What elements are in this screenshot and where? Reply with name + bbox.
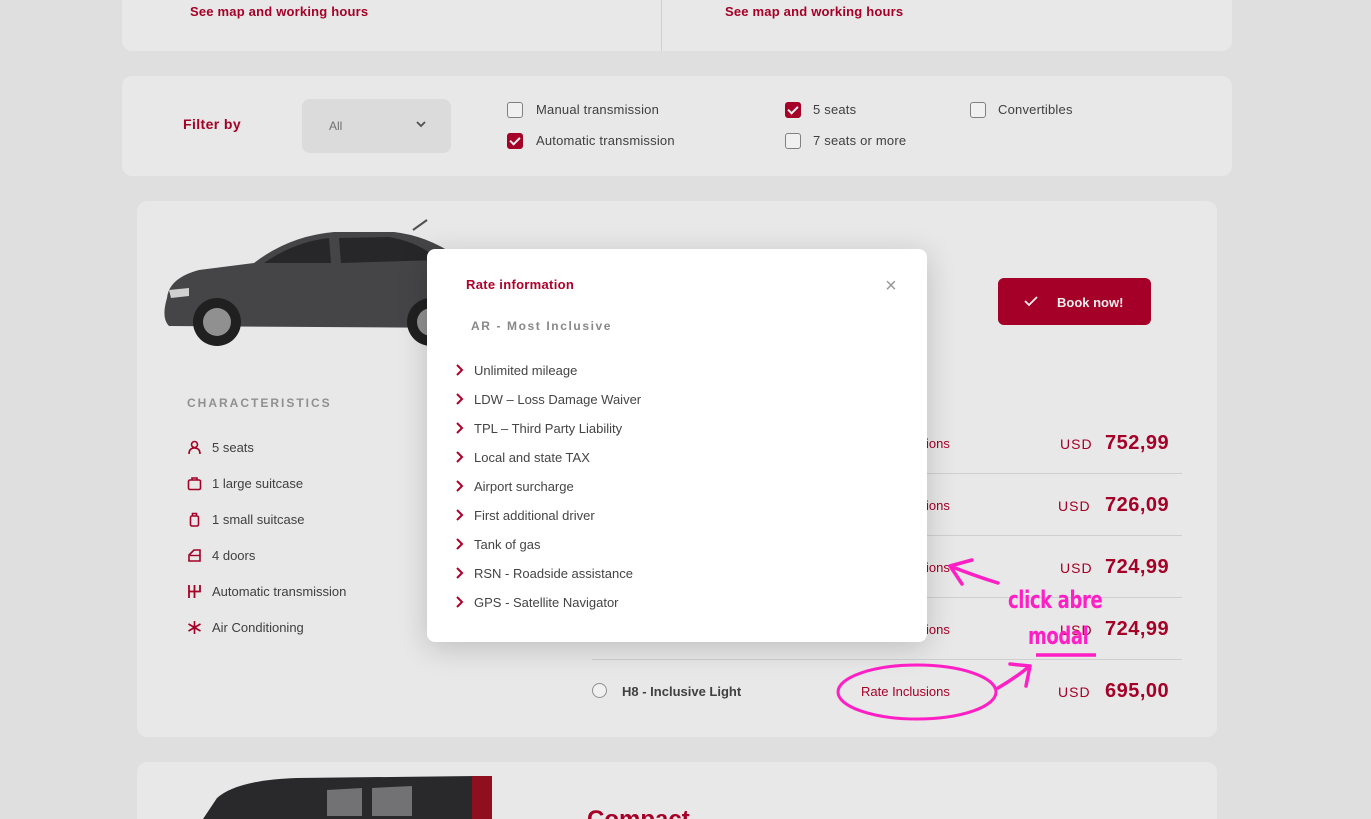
- chevron-right-icon: [456, 393, 464, 405]
- modal-subtitle: AR - Most Inclusive: [471, 319, 613, 333]
- checkbox-label-convertibles: Convertibles: [998, 102, 1073, 117]
- location-card: See map and working hours See map and wo…: [122, 0, 1232, 51]
- chevron-right-icon: [456, 596, 464, 608]
- see-map-link-return[interactable]: See map and working hours: [725, 4, 903, 19]
- rate-row[interactable]: H8 - Inclusive Light Rate Inclusions USD…: [592, 660, 1182, 722]
- inclusion-label: Tank of gas: [474, 537, 541, 552]
- rate-name: H8 - Inclusive Light: [622, 684, 742, 699]
- snowflake-icon: [188, 621, 201, 634]
- chevron-right-icon: [456, 422, 464, 434]
- annotation-text-line2: modal: [1028, 622, 1089, 650]
- annotation-text-line1: click abre: [1008, 586, 1103, 614]
- person-icon: [188, 440, 201, 455]
- chevron-right-icon: [456, 538, 464, 550]
- inclusion-label: Unlimited mileage: [474, 363, 578, 378]
- filter-title: Filter by: [183, 116, 242, 132]
- rate-radio[interactable]: [592, 683, 607, 698]
- inclusion-label: LDW – Loss Damage Waiver: [474, 392, 642, 407]
- chevron-down-icon: [416, 121, 426, 128]
- rate-price: 752,99: [1105, 432, 1170, 454]
- checkbox-label-7-seats: 7 seats or more: [813, 133, 907, 148]
- rate-currency: USD: [1060, 560, 1093, 576]
- location-divider: [661, 0, 662, 51]
- see-map-link-pickup[interactable]: See map and working hours: [190, 4, 368, 19]
- characteristic-label: Automatic transmission: [212, 584, 347, 599]
- suitcase-icon: [187, 477, 202, 491]
- inclusion-label: TPL – Third Party Liability: [474, 421, 623, 436]
- rate-currency: USD: [1058, 498, 1091, 514]
- checkbox-label-automatic-transmission: Automatic transmission: [536, 133, 675, 148]
- inclusion-label: GPS - Satellite Navigator: [474, 595, 619, 610]
- rate-price: 724,99: [1105, 556, 1170, 578]
- chevron-right-icon: [456, 364, 464, 376]
- characteristic-label: 1 large suitcase: [212, 476, 304, 491]
- filter-select[interactable]: [302, 99, 451, 153]
- characteristics-title: CHARACTERISTICS: [187, 396, 332, 410]
- inclusion-label: First additional driver: [474, 508, 595, 523]
- car-image: [164, 219, 469, 346]
- car-image: [203, 776, 492, 819]
- checkbox-label-manual-transmission: Manual transmission: [536, 102, 660, 117]
- rate-price: 724,99: [1105, 618, 1170, 640]
- characteristic-label: 4 doors: [212, 548, 256, 563]
- checkbox-automatic-transmission[interactable]: [507, 133, 523, 149]
- checkbox-manual-transmission[interactable]: [507, 102, 523, 118]
- inclusion-label: RSN - Roadside assistance: [474, 566, 633, 581]
- door-icon: [188, 549, 201, 562]
- characteristic-label: 5 seats: [212, 440, 254, 455]
- chevron-right-icon: [456, 451, 464, 463]
- filter-card: Filter by All Manual transmission Automa…: [122, 76, 1232, 176]
- chevron-right-icon: [456, 509, 464, 521]
- checkbox-5-seats[interactable]: [785, 102, 801, 118]
- characteristic-label: Air Conditioning: [212, 620, 304, 635]
- inclusion-label: Local and state TAX: [474, 450, 590, 465]
- rate-currency: USD: [1058, 684, 1091, 700]
- car-category-title: Compact: [587, 806, 690, 819]
- checkbox-convertibles[interactable]: [970, 102, 986, 118]
- checkbox-7-seats[interactable]: [785, 133, 801, 149]
- modal-title: Rate information: [466, 277, 575, 292]
- filter-select-value: All: [329, 119, 343, 133]
- characteristic-label: 1 small suitcase: [212, 512, 305, 527]
- chevron-right-icon: [456, 480, 464, 492]
- checkbox-label-5-seats: 5 seats: [813, 102, 857, 117]
- close-icon[interactable]: ×: [882, 276, 900, 296]
- rate-information-modal: Rate information × AR - Most Inclusive U…: [427, 249, 927, 642]
- book-now-label: Book now!: [1057, 295, 1124, 310]
- inclusion-label: Airport surcharge: [474, 479, 574, 494]
- rate-price: 695,00: [1105, 680, 1170, 702]
- chevron-right-icon: [456, 567, 464, 579]
- gearbox-icon: [188, 585, 201, 598]
- rate-price: 726,09: [1105, 494, 1170, 516]
- book-now-button[interactable]: Book now!: [998, 278, 1151, 325]
- rate-currency: USD: [1060, 436, 1093, 452]
- small-suitcase-icon: [189, 512, 200, 527]
- compact-car-card: Compact: [137, 762, 1217, 819]
- rate-inclusions-link[interactable]: Rate Inclusions: [861, 684, 950, 699]
- check-icon: [1024, 296, 1038, 307]
